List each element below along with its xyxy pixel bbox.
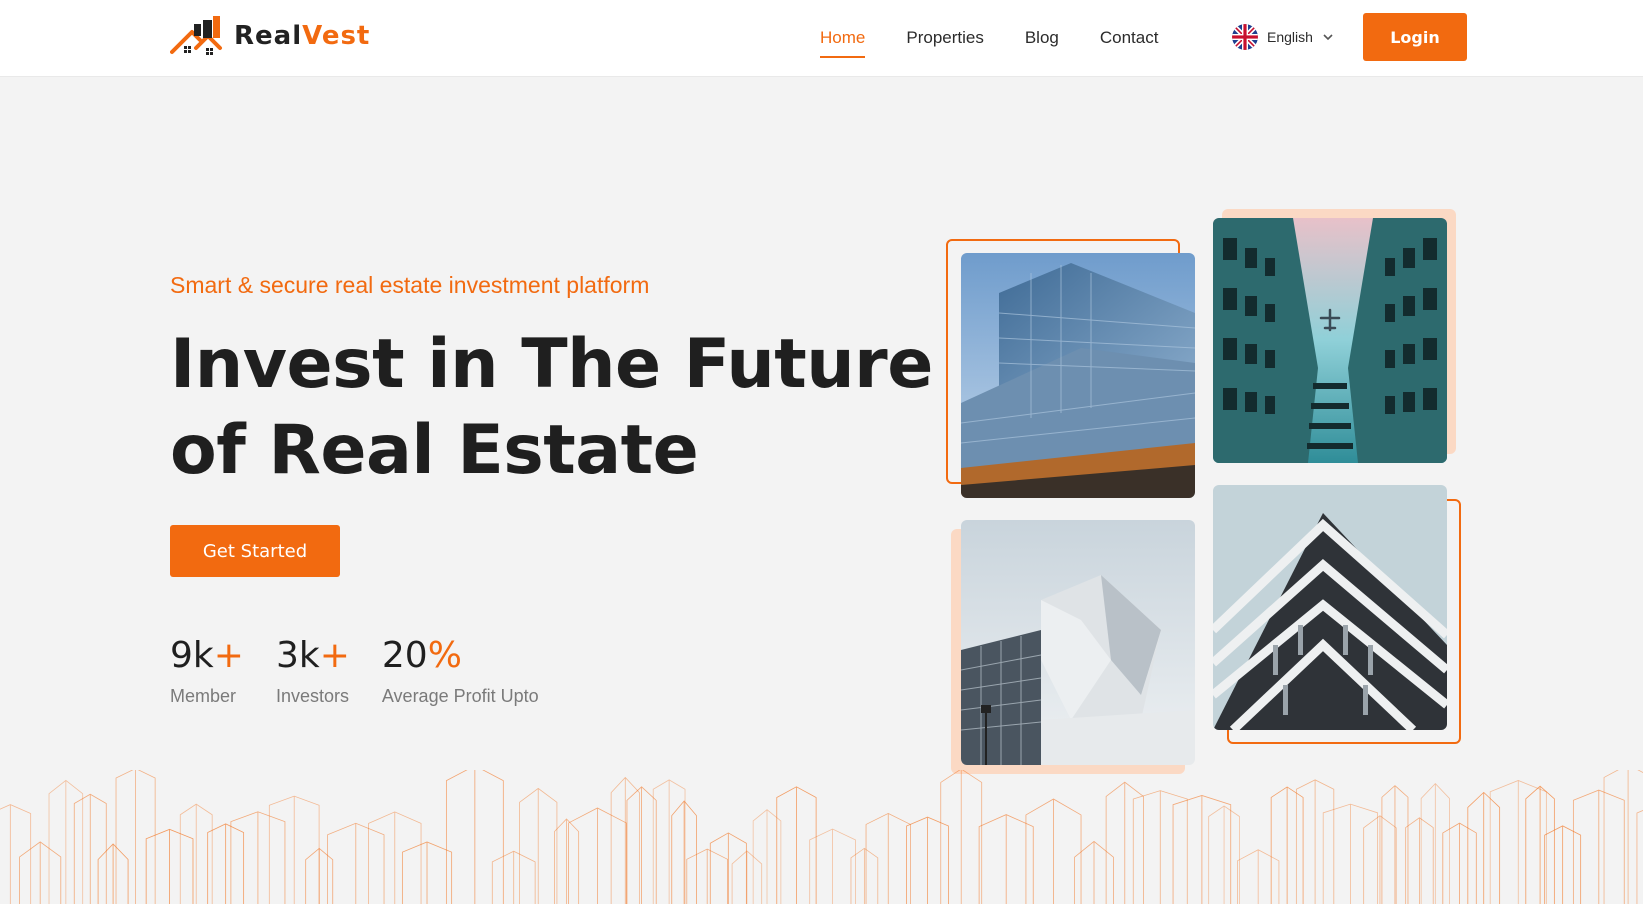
get-started-button[interactable]: Get Started <box>170 525 340 577</box>
brand-logo[interactable]: RealVest <box>170 14 370 58</box>
brand-name: RealVest <box>234 21 370 51</box>
site-header: RealVest Home Properties Blog Contact En… <box>0 0 1643 76</box>
uk-flag-icon <box>1232 24 1258 50</box>
hero-headline-line1: Invest in The Future <box>170 325 933 404</box>
hero-tagline: Smart & secure real estate investment pl… <box>170 272 650 298</box>
upward-facade-airplane-photo <box>1213 218 1447 463</box>
chevron-down-icon <box>1323 33 1333 40</box>
language-selector[interactable]: English <box>1232 22 1333 52</box>
nav-blog[interactable]: Blog <box>1025 24 1059 52</box>
glass-office-building-photo <box>961 253 1195 498</box>
stat-value: 20% <box>382 632 539 680</box>
modern-angular-building-photo <box>961 520 1195 765</box>
hero-headline: Invest in The Future of Real Estate <box>170 322 933 494</box>
stat-label: Investors <box>275 686 349 706</box>
main-nav: Home Properties Blog Contact <box>820 0 1199 76</box>
stats-row: 9k+ Member 3k+ Investors 20% Average Pro… <box>170 632 571 707</box>
city-skyline-decoration <box>0 770 1643 904</box>
brand-name-part2: Vest <box>302 21 371 51</box>
stat-members: 9k+ Member <box>170 632 244 707</box>
stat-number: 3k <box>275 635 320 676</box>
stat-suffix: + <box>213 635 244 676</box>
login-button[interactable]: Login <box>1363 13 1467 61</box>
nav-properties[interactable]: Properties <box>906 24 983 52</box>
stat-suffix: + <box>319 635 350 676</box>
brand-name-part1: Real <box>234 21 303 51</box>
stat-value: 9k+ <box>170 632 244 680</box>
stat-investors: 3k+ Investors <box>276 632 350 707</box>
house-logo-icon <box>170 16 222 55</box>
stat-number: 20 <box>381 635 428 676</box>
stat-profit: 20% Average Profit Upto <box>382 632 539 707</box>
stat-label: Average Profit Upto <box>381 686 539 706</box>
nav-contact[interactable]: Contact <box>1100 24 1159 52</box>
stat-value: 3k+ <box>276 632 350 680</box>
triangular-balcony-building-photo <box>1213 485 1447 730</box>
stat-number: 9k <box>170 635 214 676</box>
hero-headline-line2: of Real Estate <box>170 411 699 490</box>
stat-label: Member <box>170 686 237 706</box>
language-label: English <box>1267 29 1313 45</box>
nav-home[interactable]: Home <box>820 24 866 58</box>
stat-suffix: % <box>427 635 462 676</box>
